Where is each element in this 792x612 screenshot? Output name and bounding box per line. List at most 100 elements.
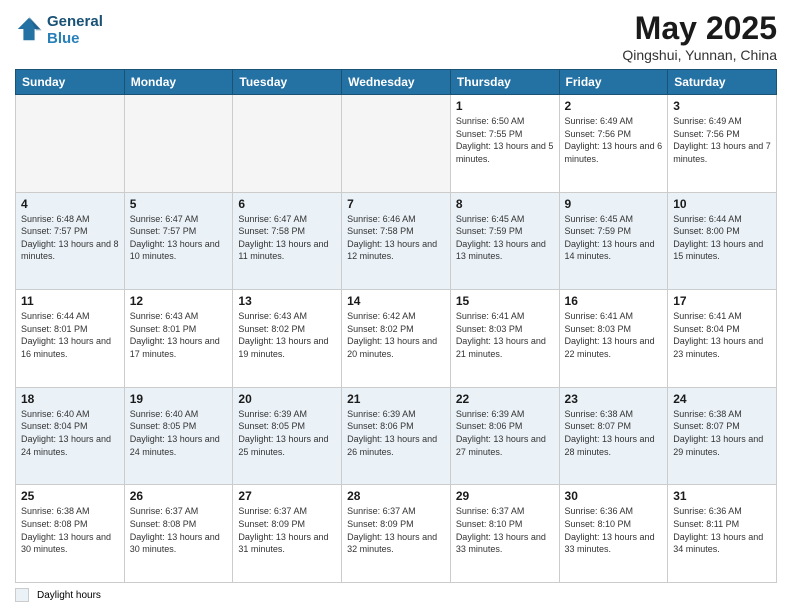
day-info: Sunrise: 6:47 AM Sunset: 7:57 PM Dayligh… bbox=[130, 213, 228, 263]
calendar-cell: 1 Sunrise: 6:50 AM Sunset: 7:55 PM Daylig… bbox=[450, 95, 559, 193]
calendar: SundayMondayTuesdayWednesdayThursdayFrid… bbox=[15, 69, 777, 583]
day-info: Sunrise: 6:49 AM Sunset: 7:56 PM Dayligh… bbox=[673, 115, 771, 165]
day-number: 19 bbox=[130, 392, 228, 406]
calendar-cell bbox=[233, 95, 342, 193]
calendar-cell: 28Sunrise: 6:37 AM Sunset: 8:09 PM Dayli… bbox=[342, 485, 451, 583]
calendar-cell: 5 Sunrise: 6:47 AM Sunset: 7:57 PM Daylig… bbox=[124, 192, 233, 290]
day-info: Sunrise: 6:36 AM Sunset: 8:10 PM Dayligh… bbox=[565, 505, 663, 555]
calendar-cell: 4 Sunrise: 6:48 AM Sunset: 7:57 PM Daylig… bbox=[16, 192, 125, 290]
weekday-header: Thursday bbox=[450, 70, 559, 95]
day-info: Sunrise: 6:39 AM Sunset: 8:06 PM Dayligh… bbox=[456, 408, 554, 458]
day-info: Sunrise: 6:36 AM Sunset: 8:11 PM Dayligh… bbox=[673, 505, 771, 555]
legend-box bbox=[15, 588, 29, 602]
day-info: Sunrise: 6:38 AM Sunset: 8:08 PM Dayligh… bbox=[21, 505, 119, 555]
logo-text: General Blue bbox=[47, 14, 103, 47]
calendar-cell: 2 Sunrise: 6:49 AM Sunset: 7:56 PM Daylig… bbox=[559, 95, 668, 193]
calendar-cell: 20 Sunrise: 6:39 AM Sunset: 8:05 PM Dayli… bbox=[233, 387, 342, 485]
calendar-cell: 22 Sunrise: 6:39 AM Sunset: 8:06 PM Dayli… bbox=[450, 387, 559, 485]
day-number: 12 bbox=[130, 294, 228, 308]
month-title: May 2025 bbox=[622, 10, 777, 47]
page: General Blue May 2025 Qingshui, Yunnan, … bbox=[0, 0, 792, 612]
calendar-cell: 14 Sunrise: 6:42 AM Sunset: 8:02 PM Dayli… bbox=[342, 290, 451, 388]
day-number: 9 bbox=[565, 197, 663, 211]
day-info: Sunrise: 6:49 AM Sunset: 7:56 PM Dayligh… bbox=[565, 115, 663, 165]
calendar-cell: 24Sunrise: 6:38 AM Sunset: 8:07 PM Dayli… bbox=[668, 387, 777, 485]
day-number: 25 bbox=[21, 489, 119, 503]
weekday-header: Wednesday bbox=[342, 70, 451, 95]
logo-icon bbox=[15, 15, 43, 43]
day-number: 6 bbox=[238, 197, 336, 211]
day-number: 16 bbox=[565, 294, 663, 308]
day-number: 5 bbox=[130, 197, 228, 211]
legend-label: Daylight hours bbox=[37, 590, 101, 601]
header: General Blue May 2025 Qingshui, Yunnan, … bbox=[15, 10, 777, 63]
day-info: Sunrise: 6:44 AM Sunset: 8:00 PM Dayligh… bbox=[673, 213, 771, 263]
day-info: Sunrise: 6:41 AM Sunset: 8:03 PM Dayligh… bbox=[456, 310, 554, 360]
logo: General Blue bbox=[15, 14, 103, 47]
calendar-cell: 23Sunrise: 6:38 AM Sunset: 8:07 PM Dayli… bbox=[559, 387, 668, 485]
legend: Daylight hours bbox=[15, 588, 777, 602]
calendar-cell: 3Sunrise: 6:49 AM Sunset: 7:56 PM Daylig… bbox=[668, 95, 777, 193]
calendar-cell: 11Sunrise: 6:44 AM Sunset: 8:01 PM Dayli… bbox=[16, 290, 125, 388]
day-number: 29 bbox=[456, 489, 554, 503]
weekday-header: Sunday bbox=[16, 70, 125, 95]
day-number: 21 bbox=[347, 392, 445, 406]
day-info: Sunrise: 6:38 AM Sunset: 8:07 PM Dayligh… bbox=[565, 408, 663, 458]
weekday-header: Monday bbox=[124, 70, 233, 95]
day-number: 1 bbox=[456, 99, 554, 113]
day-info: Sunrise: 6:50 AM Sunset: 7:55 PM Dayligh… bbox=[456, 115, 554, 165]
day-number: 17 bbox=[673, 294, 771, 308]
day-info: Sunrise: 6:45 AM Sunset: 7:59 PM Dayligh… bbox=[456, 213, 554, 263]
day-info: Sunrise: 6:37 AM Sunset: 8:08 PM Dayligh… bbox=[130, 505, 228, 555]
day-number: 20 bbox=[238, 392, 336, 406]
calendar-cell: 19 Sunrise: 6:40 AM Sunset: 8:05 PM Dayli… bbox=[124, 387, 233, 485]
day-info: Sunrise: 6:48 AM Sunset: 7:57 PM Dayligh… bbox=[21, 213, 119, 263]
day-info: Sunrise: 6:39 AM Sunset: 8:06 PM Dayligh… bbox=[347, 408, 445, 458]
calendar-cell bbox=[342, 95, 451, 193]
day-number: 15 bbox=[456, 294, 554, 308]
day-number: 27 bbox=[238, 489, 336, 503]
weekday-header: Friday bbox=[559, 70, 668, 95]
title-block: May 2025 Qingshui, Yunnan, China bbox=[622, 10, 777, 63]
day-number: 24 bbox=[673, 392, 771, 406]
calendar-cell: 18 Sunrise: 6:40 AM Sunset: 8:04 PM Dayli… bbox=[16, 387, 125, 485]
day-number: 2 bbox=[565, 99, 663, 113]
day-info: Sunrise: 6:45 AM Sunset: 7:59 PM Dayligh… bbox=[565, 213, 663, 263]
calendar-cell: 25 Sunrise: 6:38 AM Sunset: 8:08 PM Dayli… bbox=[16, 485, 125, 583]
day-info: Sunrise: 6:37 AM Sunset: 8:09 PM Dayligh… bbox=[347, 505, 445, 555]
calendar-cell: 27 Sunrise: 6:37 AM Sunset: 8:09 PM Dayli… bbox=[233, 485, 342, 583]
day-info: Sunrise: 6:37 AM Sunset: 8:09 PM Dayligh… bbox=[238, 505, 336, 555]
day-number: 14 bbox=[347, 294, 445, 308]
day-number: 26 bbox=[130, 489, 228, 503]
calendar-cell: 16 Sunrise: 6:41 AM Sunset: 8:03 PM Dayli… bbox=[559, 290, 668, 388]
day-number: 10 bbox=[673, 197, 771, 211]
calendar-cell: 21 Sunrise: 6:39 AM Sunset: 8:06 PM Dayli… bbox=[342, 387, 451, 485]
day-number: 30 bbox=[565, 489, 663, 503]
weekday-header: Tuesday bbox=[233, 70, 342, 95]
day-info: Sunrise: 6:40 AM Sunset: 8:04 PM Dayligh… bbox=[21, 408, 119, 458]
calendar-cell bbox=[124, 95, 233, 193]
calendar-cell: 17Sunrise: 6:41 AM Sunset: 8:04 PM Dayli… bbox=[668, 290, 777, 388]
day-info: Sunrise: 6:43 AM Sunset: 8:02 PM Dayligh… bbox=[238, 310, 336, 360]
calendar-cell bbox=[16, 95, 125, 193]
calendar-cell: 31Sunrise: 6:36 AM Sunset: 8:11 PM Dayli… bbox=[668, 485, 777, 583]
calendar-cell: 6 Sunrise: 6:47 AM Sunset: 7:58 PM Daylig… bbox=[233, 192, 342, 290]
calendar-cell: 29Sunrise: 6:37 AM Sunset: 8:10 PM Dayli… bbox=[450, 485, 559, 583]
day-number: 7 bbox=[347, 197, 445, 211]
day-info: Sunrise: 6:41 AM Sunset: 8:03 PM Dayligh… bbox=[565, 310, 663, 360]
day-info: Sunrise: 6:43 AM Sunset: 8:01 PM Dayligh… bbox=[130, 310, 228, 360]
day-info: Sunrise: 6:40 AM Sunset: 8:05 PM Dayligh… bbox=[130, 408, 228, 458]
day-info: Sunrise: 6:42 AM Sunset: 8:02 PM Dayligh… bbox=[347, 310, 445, 360]
day-number: 22 bbox=[456, 392, 554, 406]
day-number: 18 bbox=[21, 392, 119, 406]
day-number: 4 bbox=[21, 197, 119, 211]
calendar-cell: 9 Sunrise: 6:45 AM Sunset: 7:59 PM Daylig… bbox=[559, 192, 668, 290]
day-number: 8 bbox=[456, 197, 554, 211]
day-info: Sunrise: 6:39 AM Sunset: 8:05 PM Dayligh… bbox=[238, 408, 336, 458]
calendar-cell: 30 Sunrise: 6:36 AM Sunset: 8:10 PM Dayli… bbox=[559, 485, 668, 583]
calendar-cell: 8 Sunrise: 6:45 AM Sunset: 7:59 PM Daylig… bbox=[450, 192, 559, 290]
day-number: 11 bbox=[21, 294, 119, 308]
day-info: Sunrise: 6:47 AM Sunset: 7:58 PM Dayligh… bbox=[238, 213, 336, 263]
calendar-cell: 12 Sunrise: 6:43 AM Sunset: 8:01 PM Dayli… bbox=[124, 290, 233, 388]
calendar-cell: 7Sunrise: 6:46 AM Sunset: 7:58 PM Daylig… bbox=[342, 192, 451, 290]
